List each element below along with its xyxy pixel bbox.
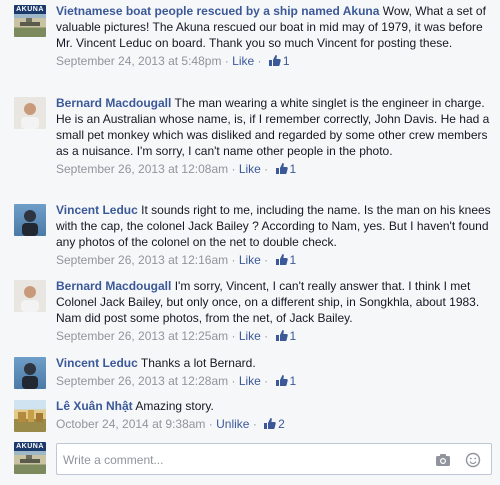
- comment-text: Bernard Macdougall The man wearing a whi…: [56, 95, 494, 159]
- avatar: AKUNA: [14, 442, 46, 474]
- comment-text: Vincent Leduc It sounds right to me, inc…: [56, 202, 494, 250]
- like-button[interactable]: Like: [232, 54, 254, 68]
- thumbs-up-icon[interactable]: [275, 162, 288, 179]
- comment-text: Vietnamese boat people rescued by a ship…: [56, 3, 494, 51]
- avatar[interactable]: AKUNA: [14, 5, 46, 37]
- comment-meta: September 26, 2013 at 12:28am · Like · 1: [56, 373, 494, 391]
- like-button[interactable]: Like: [239, 329, 261, 343]
- comment-author[interactable]: Bernard Macdougall: [56, 279, 171, 293]
- comment-thread: AKUNA Vietnamese boat people rescued by …: [0, 0, 500, 485]
- avatar[interactable]: [14, 204, 46, 236]
- like-count[interactable]: 1: [283, 54, 290, 68]
- comment-text: Lê Xuân Nhật Amazing story.: [56, 398, 494, 414]
- thumbs-up-icon[interactable]: [275, 253, 288, 270]
- like-count[interactable]: 1: [290, 253, 297, 267]
- like-button[interactable]: Like: [239, 374, 261, 388]
- comment-meta: September 26, 2013 at 12:08am · Like · 1: [56, 161, 494, 179]
- comment-body: Thanks a lot Bernard.: [140, 356, 256, 370]
- comment-text: Vincent Leduc Thanks a lot Bernard.: [56, 355, 494, 371]
- avatar[interactable]: [14, 357, 46, 389]
- like-count[interactable]: 1: [290, 329, 297, 343]
- thumbs-up-icon[interactable]: [263, 417, 276, 434]
- comment-timestamp[interactable]: September 26, 2013 at 12:08am: [56, 162, 228, 176]
- unlike-button[interactable]: Unlike: [216, 417, 249, 431]
- avatar[interactable]: [14, 97, 46, 129]
- person-image: [22, 210, 38, 236]
- comment-input-box: [56, 443, 492, 475]
- like-count[interactable]: 2: [278, 417, 285, 431]
- comment-timestamp[interactable]: September 24, 2013 at 5:48pm: [56, 54, 221, 68]
- camera-icon[interactable]: [435, 452, 451, 468]
- comment-body: Amazing story.: [135, 399, 214, 413]
- like-button[interactable]: Like: [239, 162, 261, 176]
- thumbs-up-icon[interactable]: [268, 54, 281, 71]
- thumbs-up-icon[interactable]: [275, 329, 288, 346]
- ship-image: [20, 18, 40, 26]
- avatar[interactable]: [14, 400, 46, 432]
- comment-author[interactable]: Vincent Leduc: [56, 356, 138, 370]
- like-button[interactable]: Like: [239, 253, 261, 267]
- person-image: [21, 286, 39, 312]
- comment-author[interactable]: Vietnamese boat people rescued by a ship…: [56, 4, 379, 18]
- comment-timestamp[interactable]: September 26, 2013 at 12:28am: [56, 374, 228, 388]
- avatar[interactable]: [14, 280, 46, 312]
- scenery-image: [18, 410, 43, 422]
- comment-timestamp[interactable]: September 26, 2013 at 12:16am: [56, 253, 228, 267]
- like-count[interactable]: 1: [290, 162, 297, 176]
- person-image: [22, 363, 38, 389]
- comment-author[interactable]: Vincent Leduc: [56, 203, 138, 217]
- comment-meta: September 26, 2013 at 12:16am · Like · 1: [56, 252, 494, 270]
- comment-timestamp[interactable]: September 26, 2013 at 12:25am: [56, 329, 228, 343]
- comment-author[interactable]: Lê Xuân Nhật: [56, 399, 133, 413]
- comment-timestamp[interactable]: October 24, 2014 at 9:38am: [56, 417, 205, 431]
- comment-meta: September 26, 2013 at 12:25am · Like · 1: [56, 328, 494, 346]
- comment-composer: AKUNA: [14, 440, 494, 478]
- ship-image: [20, 455, 40, 463]
- thumbs-up-icon[interactable]: [275, 374, 288, 391]
- person-image: [21, 103, 39, 129]
- comment-meta: September 24, 2013 at 5:48pm · Like · 1: [56, 53, 494, 71]
- like-count[interactable]: 1: [290, 374, 297, 388]
- emoji-icon[interactable]: [465, 452, 481, 468]
- comment-author[interactable]: Bernard Macdougall: [56, 96, 171, 110]
- comment-text: Bernard Macdougall I'm sorry, Vincent, I…: [56, 278, 494, 326]
- comment-input[interactable]: [63, 450, 413, 470]
- comment-meta: October 24, 2014 at 9:38am · Unlike · 2: [56, 416, 494, 434]
